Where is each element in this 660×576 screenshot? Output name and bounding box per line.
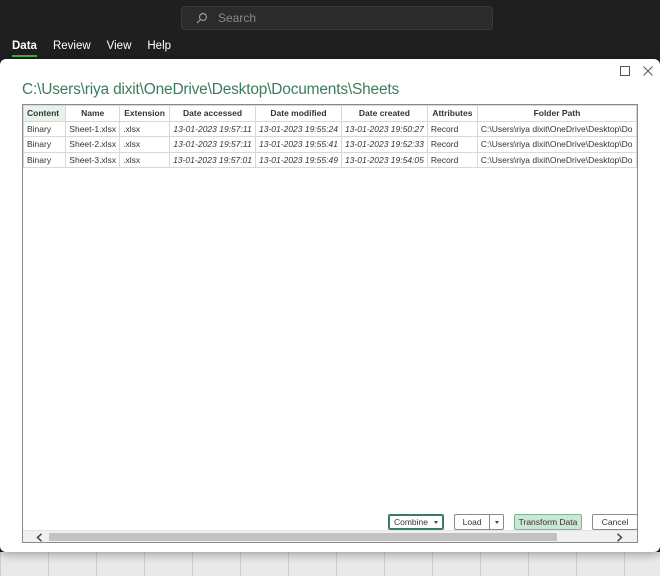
maximize-icon	[620, 66, 630, 76]
cell-extension[interactable]: .xlsx	[119, 120, 171, 137]
dialog-title: C:\Users\riya dixit\OneDrive\Desktop\Doc…	[22, 81, 400, 98]
cell-extension[interactable]: .xlsx	[119, 151, 171, 168]
scroll-right-button[interactable]	[613, 531, 625, 542]
scroll-left-button[interactable]	[33, 531, 45, 542]
tab-view[interactable]: View	[107, 40, 132, 56]
cell-name[interactable]: Sheet-3.xlsx	[65, 151, 121, 168]
cell-attributes[interactable]: Record	[426, 120, 478, 137]
cell-date-accessed[interactable]: 13-01-2023 19:57:11	[169, 136, 257, 153]
cancel-button[interactable]: Cancel	[592, 514, 638, 530]
table-row[interactable]: Binary Sheet-1.xlsx .xlsx 13-01-2023 19:…	[23, 120, 637, 137]
cell-date-accessed[interactable]: 13-01-2023 19:57:01	[169, 151, 257, 168]
cell-content[interactable]: Binary	[23, 151, 67, 168]
search-placeholder: Search	[218, 11, 257, 25]
cell-date-created[interactable]: 13-01-2023 19:54:05	[340, 151, 428, 168]
cell-name[interactable]: Sheet-1.xlsx	[65, 120, 121, 137]
table-row[interactable]: Binary Sheet-3.xlsx .xlsx 13-01-2023 19:…	[23, 151, 637, 168]
column-header-folder-path[interactable]: Folder Path	[476, 105, 637, 122]
cell-date-modified[interactable]: 13-01-2023 19:55:41	[255, 136, 342, 153]
cell-attributes[interactable]: Record	[426, 136, 478, 153]
transform-data-button[interactable]: Transform Data	[514, 514, 582, 530]
scrollbar-thumb[interactable]	[49, 533, 557, 541]
table-header-row: Content Name Extension Date accessed Dat…	[23, 105, 637, 122]
cell-content[interactable]: Binary	[23, 136, 67, 153]
chevron-right-icon	[616, 532, 623, 542]
close-icon	[643, 66, 653, 76]
cell-date-created[interactable]: 13-01-2023 19:50:27	[340, 120, 428, 137]
folder-preview-dialog: C:\Users\riya dixit\OneDrive\Desktop\Doc…	[0, 59, 660, 552]
load-label: Load	[462, 517, 482, 527]
cell-name[interactable]: Sheet-2.xlsx	[65, 136, 121, 153]
tab-data[interactable]: Data	[12, 40, 37, 57]
chevron-down-icon	[434, 520, 439, 524]
column-header-date-accessed[interactable]: Date accessed	[169, 105, 257, 122]
horizontal-scrollbar[interactable]	[23, 530, 637, 542]
cell-date-modified[interactable]: 13-01-2023 19:55:24	[255, 120, 342, 137]
data-table: Content Name Extension Date accessed Dat…	[23, 105, 637, 168]
column-header-attributes[interactable]: Attributes	[426, 105, 478, 122]
combine-label: Combine	[393, 517, 429, 527]
chevron-left-icon	[35, 532, 42, 542]
cell-extension[interactable]: .xlsx	[119, 136, 171, 153]
table-row[interactable]: Binary Sheet-2.xlsx .xlsx 13-01-2023 19:…	[23, 136, 637, 153]
search-box[interactable]: Search	[181, 6, 493, 30]
search-icon	[196, 12, 208, 24]
ribbon-tabs: Data Review View Help	[12, 40, 187, 57]
column-header-date-created[interactable]: Date created	[340, 105, 428, 122]
tab-help[interactable]: Help	[147, 40, 171, 56]
cell-date-modified[interactable]: 13-01-2023 19:55:49	[255, 151, 342, 168]
load-dropdown-button[interactable]	[489, 515, 503, 529]
cell-folder-path[interactable]: C:\Users\riya dixit\OneDrive\Desktop\Do	[476, 136, 637, 153]
column-header-date-modified[interactable]: Date modified	[255, 105, 342, 122]
combine-button[interactable]: Combine	[388, 514, 444, 530]
cell-folder-path[interactable]: C:\Users\riya dixit\OneDrive\Desktop\Do	[476, 120, 637, 137]
cell-attributes[interactable]: Record	[426, 151, 478, 168]
spreadsheet-grid-background	[0, 552, 660, 576]
column-header-name[interactable]: Name	[65, 105, 121, 122]
load-button[interactable]: Load	[454, 514, 504, 530]
cell-date-created[interactable]: 13-01-2023 19:52:33	[340, 136, 428, 153]
column-header-content[interactable]: Content	[23, 105, 67, 122]
cell-folder-path[interactable]: C:\Users\riya dixit\OneDrive\Desktop\Do	[476, 151, 637, 168]
maximize-button[interactable]	[617, 63, 633, 79]
cell-content[interactable]: Binary	[23, 120, 67, 137]
app-topbar: Search Data Review View Help	[0, 0, 660, 60]
tab-review[interactable]: Review	[53, 40, 91, 56]
column-header-extension[interactable]: Extension	[119, 105, 171, 122]
file-preview-table: Content Name Extension Date accessed Dat…	[22, 104, 638, 543]
cell-date-accessed[interactable]: 13-01-2023 19:57:11	[169, 120, 257, 137]
chevron-down-icon	[494, 520, 499, 524]
close-button[interactable]	[640, 63, 656, 79]
